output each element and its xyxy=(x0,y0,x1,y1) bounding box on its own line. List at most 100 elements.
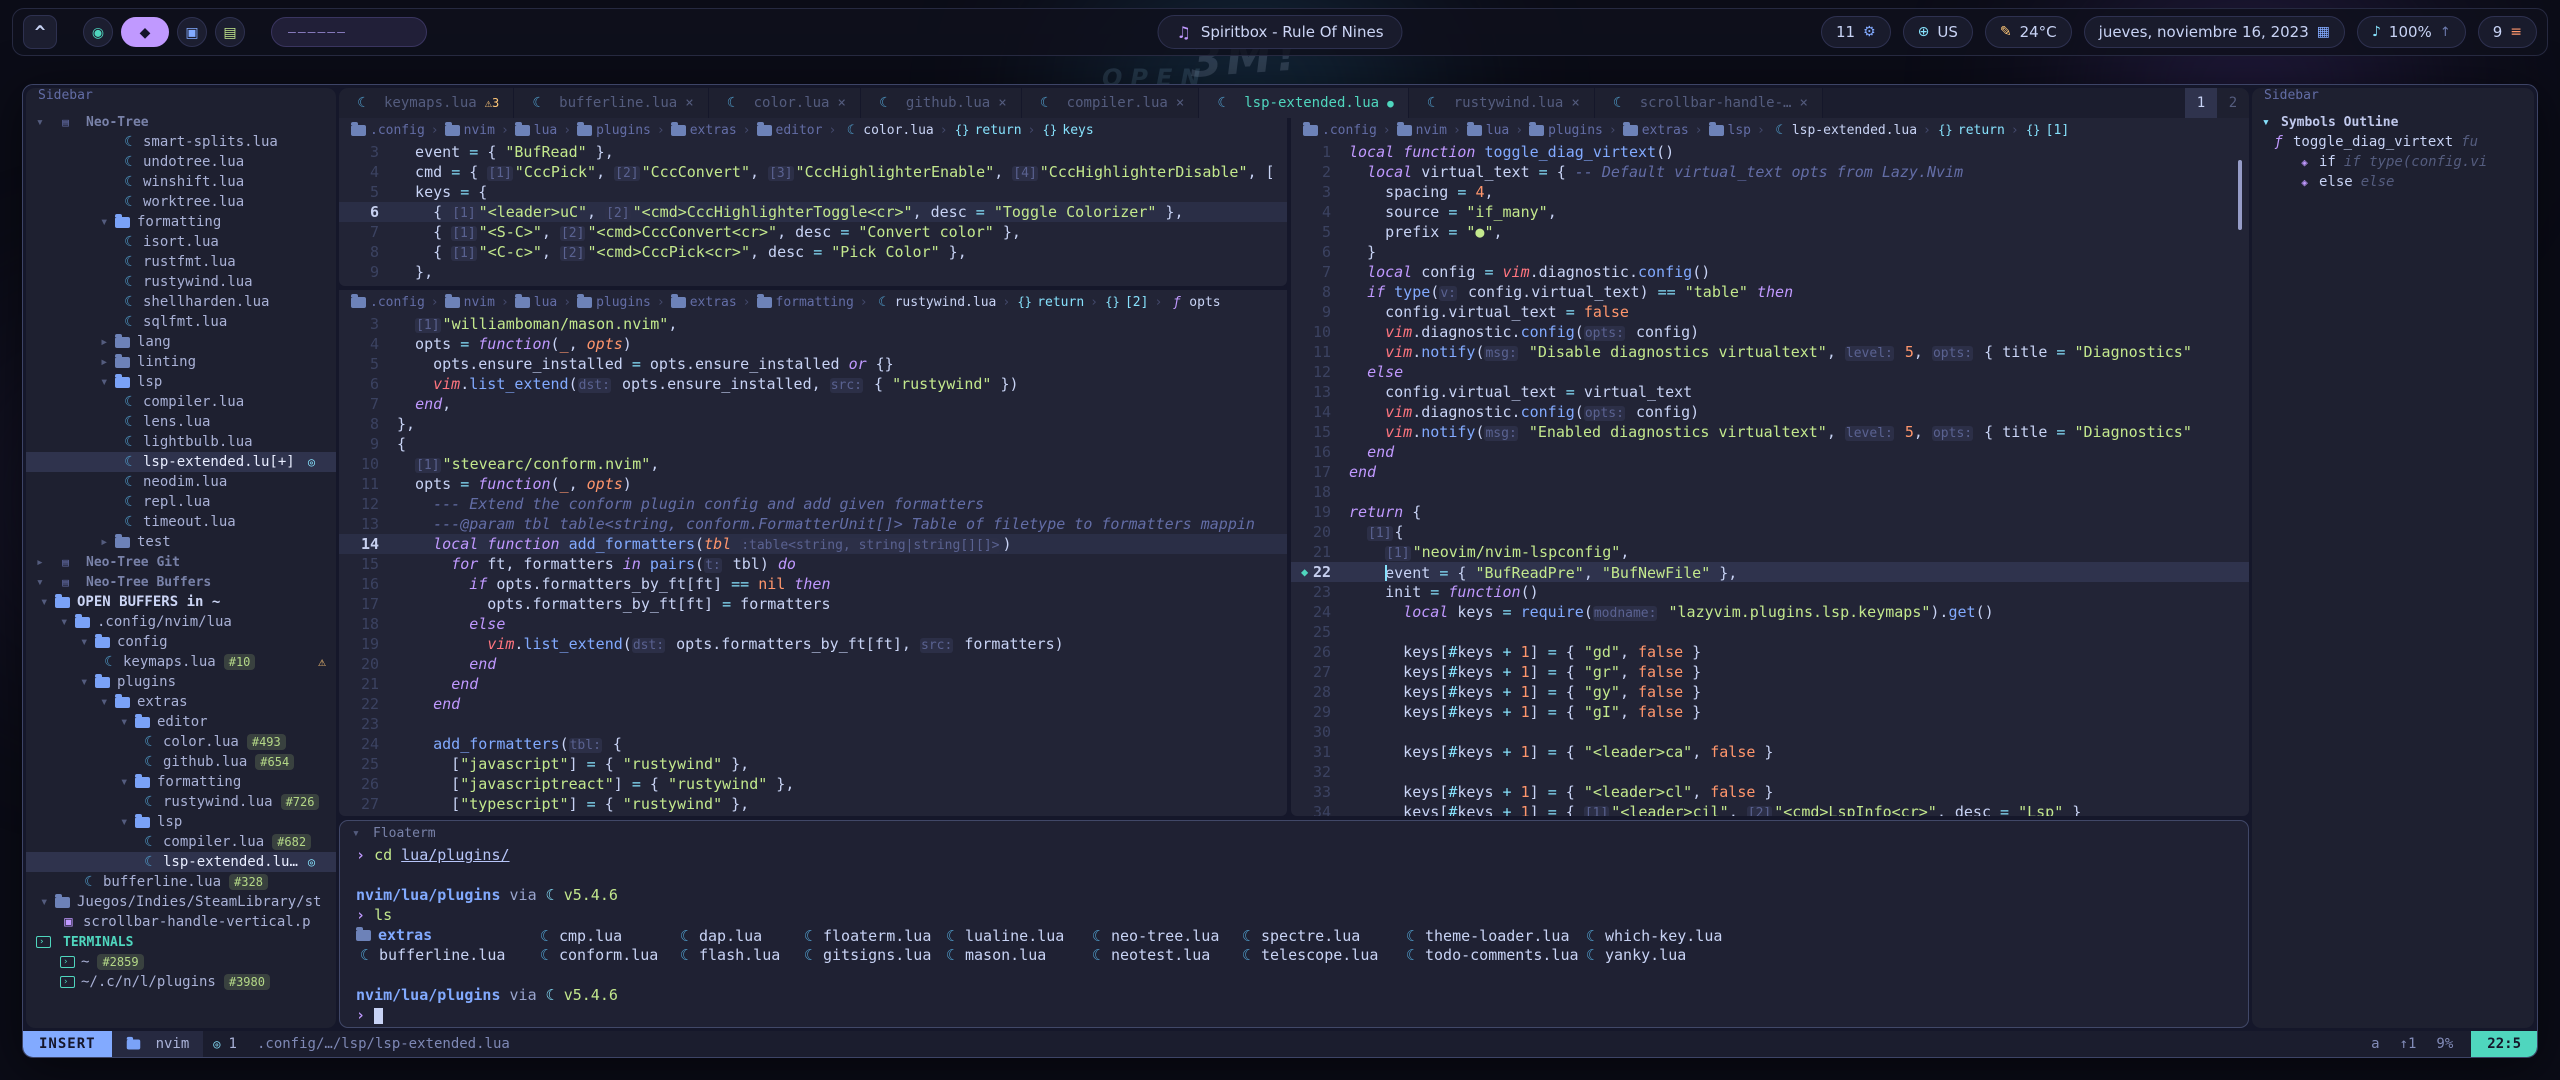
code-line[interactable]: 7 { [1]"<S-C>", [2]"<cmd>CccConvert<cr>"… xyxy=(339,222,1287,242)
tree-item[interactable]: ☾compiler.lua xyxy=(26,392,336,412)
launcher-button[interactable]: ^ xyxy=(23,15,57,49)
code-line[interactable]: 27 keys[#keys + 1] = { "gr", false } xyxy=(1291,662,2249,682)
code-line[interactable]: 24 local keys = require(modname: "lazyvi… xyxy=(1291,602,2249,622)
code-line[interactable]: 20 end xyxy=(339,654,1287,674)
neotree-section-neo-tree-buffers[interactable]: ▾▤Neo-Tree Buffers xyxy=(26,572,336,592)
code-line[interactable]: 1local function toggle_diag_virtext() xyxy=(1291,142,2249,162)
buffer-tab[interactable]: ☾bufferline.lua× xyxy=(514,88,708,118)
code-line[interactable]: 32 xyxy=(1291,762,2249,782)
code-line[interactable]: 5 keys = { xyxy=(339,182,1287,202)
music-widget[interactable]: ♫ Spiritbox - Rule Of Nines xyxy=(1157,15,1402,49)
code-line[interactable]: 11 vim.notify(msg: "Disable diagnostics … xyxy=(1291,342,2249,362)
code-line[interactable]: 3 event = { "BufRead" }, xyxy=(339,142,1287,162)
code-line[interactable]: 6 vim.list_extend(dst: opts.ensure_insta… xyxy=(339,374,1287,394)
code-line[interactable]: 10 [1]"stevearc/conform.nvim", xyxy=(339,454,1287,474)
outline-item[interactable]: ƒtoggle_diag_virtextfu xyxy=(2252,132,2534,152)
code-line[interactable]: 23 xyxy=(339,714,1287,734)
code-line[interactable]: 5 opts.ensure_installed = opts.ensure_in… xyxy=(339,354,1287,374)
keyboard-layout-widget[interactable]: ⊕US xyxy=(1903,16,1973,48)
tree-item[interactable]: ▾plugins xyxy=(26,672,336,692)
tree-item[interactable]: ☾lsp-extended.lu[+]◎ xyxy=(26,452,336,472)
code-line[interactable]: 18 xyxy=(1291,482,2249,502)
code-line[interactable]: 4 cmd = { [1]"CccPick", [2]"CccConvert",… xyxy=(339,162,1287,182)
tree-item[interactable]: ▾OPEN BUFFERS in ~ xyxy=(26,592,336,612)
tree-item[interactable]: ☾undotree.lua xyxy=(26,152,336,172)
code-line[interactable]: 9 config.virtual_text = false xyxy=(1291,302,2249,322)
buffer-tab[interactable]: ☾keymaps.lua⚠3 xyxy=(339,88,514,118)
code-line[interactable]: 7 end, xyxy=(339,394,1287,414)
buffer-tab[interactable]: ☾github.lua× xyxy=(861,88,1022,118)
symbols-outline-header[interactable]: ▾ Symbols Outline xyxy=(2252,112,2534,132)
tree-item[interactable]: ☾neodim.lua xyxy=(26,472,336,492)
code-line[interactable]: 23 init = function() xyxy=(1291,582,2249,602)
code-buffer[interactable]: 1local function toggle_diag_virtext()2 l… xyxy=(1291,142,2249,816)
tree-item[interactable]: ☾lsp-extended.lu [+]◎ xyxy=(26,852,336,872)
code-line[interactable]: 6 } xyxy=(1291,242,2249,262)
tree-item[interactable]: ☾repl.lua xyxy=(26,492,336,512)
code-line[interactable]: 19 vim.list_extend(dst: opts.formatters_… xyxy=(339,634,1287,654)
terminal-output[interactable]: › cd lua/plugins/nvim/lua/plugins via ☾ … xyxy=(340,845,2248,1025)
tree-item[interactable]: ▾formatting xyxy=(26,772,336,792)
code-line[interactable]: 13 config.virtual_text = virtual_text xyxy=(1291,382,2249,402)
code-line[interactable]: 34 keys[#keys + 1] = { [1]"<leader>cil",… xyxy=(1291,802,2249,816)
buffer-tab[interactable]: ☾rustywind.lua× xyxy=(1409,88,1595,118)
code-line[interactable]: 12 else xyxy=(1291,362,2249,382)
code-line[interactable]: 21 [1]"neovim/nvim-lspconfig", xyxy=(1291,542,2249,562)
tree-item[interactable]: ☾rustywind.lua xyxy=(26,272,336,292)
code-buffer[interactable]: 3 [1]"williamboman/mason.nvim",4 opts = … xyxy=(339,314,1287,816)
tree-item[interactable]: ▸lang xyxy=(26,332,336,352)
code-line[interactable]: 18 else xyxy=(339,614,1287,634)
code-line[interactable]: 26 ["javascriptreact"] = { "rustywind" }… xyxy=(339,774,1287,794)
code-line[interactable]: 15 vim.notify(msg: "Enabled diagnostics … xyxy=(1291,422,2249,442)
weather-widget[interactable]: ✎24°C xyxy=(1985,16,2072,48)
tree-item[interactable]: ☾isort.lua xyxy=(26,232,336,252)
code-line[interactable]: 16 end xyxy=(1291,442,2249,462)
neotree-section-neo-tree[interactable]: ▾▤Neo-Tree xyxy=(26,112,336,132)
tab-page[interactable]: 2 xyxy=(2217,88,2249,118)
tree-item[interactable]: ☾smart-splits.lua xyxy=(26,132,336,152)
code-line[interactable]: 10 vim.diagnostic.config(opts: config) xyxy=(1291,322,2249,342)
buffer-tab[interactable]: ☾lsp-extended.lua● xyxy=(1199,88,1408,118)
code-line[interactable]: 2 local virtual_text = { -- Default virt… xyxy=(1291,162,2249,182)
tree-item[interactable]: ☾rustywind.lua#726 xyxy=(26,792,336,812)
floaterm-panel[interactable]: ▾ Floaterm › cd lua/plugins/nvim/lua/plu… xyxy=(339,820,2249,1028)
code-line[interactable]: 8 if type(v: config.virtual_text) == "ta… xyxy=(1291,282,2249,302)
code-line[interactable]: 25 xyxy=(1291,622,2249,642)
code-line[interactable]: 13 ---@param tbl table<string, conform.F… xyxy=(339,514,1287,534)
search-input[interactable] xyxy=(271,17,427,47)
tab-page[interactable]: 1 xyxy=(2185,88,2217,118)
code-line[interactable]: 14 local function add_formatters(tbl :ta… xyxy=(339,534,1287,554)
code-line[interactable]: 14 vim.diagnostic.config(opts: config) xyxy=(1291,402,2249,422)
code-line[interactable]: 9{ xyxy=(339,434,1287,454)
code-buffer[interactable]: 3 event = { "BufRead" },4 cmd = { [1]"Cc… xyxy=(339,142,1287,286)
tree-item[interactable]: ▾config xyxy=(26,632,336,652)
buffer-tab[interactable]: ☾compiler.lua× xyxy=(1022,88,1200,118)
code-line[interactable]: 12 --- Extend the conform plugin config … xyxy=(339,494,1287,514)
code-line[interactable]: 5 prefix = "●", xyxy=(1291,222,2249,242)
code-line[interactable]: 8}, xyxy=(339,414,1287,434)
tree-item[interactable]: ☾keymaps.lua#10⚠ xyxy=(26,652,336,672)
scrollbar-handle[interactable] xyxy=(2238,160,2242,230)
code-line[interactable]: 3 spacing = 4, xyxy=(1291,182,2249,202)
tree-item[interactable]: ☾sqlfmt.lua xyxy=(26,312,336,332)
clock-widget[interactable]: jueves, noviembre 16, 2023▦ xyxy=(2084,16,2345,48)
tree-item[interactable]: ▾extras xyxy=(26,692,336,712)
close-tab-icon[interactable]: × xyxy=(1176,95,1184,111)
code-line[interactable]: 31 keys[#keys + 1] = { "<leader>ca", fal… xyxy=(1291,742,2249,762)
tree-item[interactable]: ☾rustfmt.lua xyxy=(26,252,336,272)
code-line[interactable]: 28 keys[#keys + 1] = { "gy", false } xyxy=(1291,682,2249,702)
tree-item[interactable]: ☾worktree.lua xyxy=(26,192,336,212)
workspace-notes-button[interactable]: ▤ xyxy=(215,17,245,47)
tree-item[interactable]: ☾lightbulb.lua xyxy=(26,432,336,452)
workspace-files-button[interactable]: ▣ xyxy=(177,17,207,47)
code-line[interactable]: 26 keys[#keys + 1] = { "gd", false } xyxy=(1291,642,2249,662)
tree-item[interactable]: ☾shellharden.lua xyxy=(26,292,336,312)
code-line[interactable]: 17 opts.formatters_by_ft[ft] = formatter… xyxy=(339,594,1287,614)
buffer-tab[interactable]: ☾color.lua× xyxy=(709,88,861,118)
neotree-section-terminals[interactable]: ›TERMINALS xyxy=(26,932,336,952)
tree-item[interactable]: ›~#2859 xyxy=(26,952,336,972)
volume-widget[interactable]: ♪100%↑ xyxy=(2357,16,2466,48)
tree-item[interactable]: ☾github.lua#654 xyxy=(26,752,336,772)
code-line[interactable]: 4 source = "if_many", xyxy=(1291,202,2249,222)
code-line[interactable]: 25 ["javascript"] = { "rustywind" }, xyxy=(339,754,1287,774)
